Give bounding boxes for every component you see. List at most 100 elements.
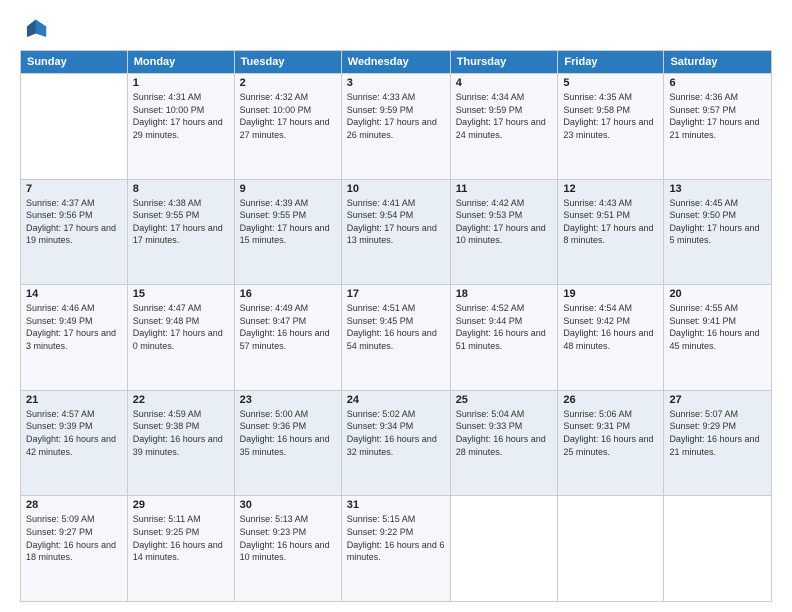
day-info: Sunrise: 4:42 AMSunset: 9:53 PMDaylight:… <box>456 197 553 247</box>
calendar-cell: 14Sunrise: 4:46 AMSunset: 9:49 PMDayligh… <box>21 285 128 391</box>
day-info: Sunrise: 5:06 AMSunset: 9:31 PMDaylight:… <box>563 408 658 458</box>
day-number: 14 <box>26 288 122 300</box>
day-info: Sunrise: 5:07 AMSunset: 9:29 PMDaylight:… <box>669 408 766 458</box>
day-info: Sunrise: 4:49 AMSunset: 9:47 PMDaylight:… <box>240 302 336 352</box>
calendar-cell: 9 Sunrise: 4:39 AMSunset: 9:55 PMDaylight… <box>234 179 341 285</box>
calendar-cell <box>664 496 772 602</box>
day-number: 13 <box>669 183 766 195</box>
calendar-cell: 22 Sunrise: 4:59 AMSunset: 9:38 PMDayligh… <box>127 390 234 496</box>
day-number: 17 <box>347 288 445 300</box>
day-info: Sunrise: 4:33 AMSunset: 9:59 PMDaylight:… <box>347 91 445 141</box>
day-number: 7 <box>26 183 122 195</box>
day-number: 30 <box>240 499 336 511</box>
day-info: Sunrise: 4:54 AMSunset: 9:42 PMDaylight:… <box>563 302 658 352</box>
calendar-cell: 28 Sunrise: 5:09 AMSunset: 9:27 PMDayligh… <box>21 496 128 602</box>
day-info: Sunrise: 5:13 AMSunset: 9:23 PMDaylight:… <box>240 513 336 563</box>
calendar-header-sunday: Sunday <box>21 51 128 74</box>
day-number: 22 <box>133 394 229 406</box>
day-number: 9 <box>240 183 336 195</box>
calendar-cell: 19Sunrise: 4:54 AMSunset: 9:42 PMDayligh… <box>558 285 664 391</box>
calendar-week-4: 21 Sunrise: 4:57 AMSunset: 9:39 PMDayligh… <box>21 390 772 496</box>
calendar-cell: 3 Sunrise: 4:33 AMSunset: 9:59 PMDaylight… <box>341 74 450 180</box>
day-info: Sunrise: 4:35 AMSunset: 9:58 PMDaylight:… <box>563 91 658 141</box>
header <box>20 16 772 44</box>
day-info: Sunrise: 4:52 AMSunset: 9:44 PMDaylight:… <box>456 302 553 352</box>
day-info: Sunrise: 4:32 AMSunset: 10:00 PMDaylight… <box>240 91 336 141</box>
day-number: 23 <box>240 394 336 406</box>
logo-icon <box>20 16 48 44</box>
day-info: Sunrise: 5:09 AMSunset: 9:27 PMDaylight:… <box>26 513 122 563</box>
calendar-header-friday: Friday <box>558 51 664 74</box>
calendar-cell: 1 Sunrise: 4:31 AMSunset: 10:00 PMDayligh… <box>127 74 234 180</box>
day-number: 2 <box>240 77 336 89</box>
calendar-cell: 7 Sunrise: 4:37 AMSunset: 9:56 PMDaylight… <box>21 179 128 285</box>
calendar-header-saturday: Saturday <box>664 51 772 74</box>
calendar-cell: 12Sunrise: 4:43 AMSunset: 9:51 PMDayligh… <box>558 179 664 285</box>
day-info: Sunrise: 4:39 AMSunset: 9:55 PMDaylight:… <box>240 197 336 247</box>
calendar-week-1: 1 Sunrise: 4:31 AMSunset: 10:00 PMDayligh… <box>21 74 772 180</box>
calendar-cell: 21 Sunrise: 4:57 AMSunset: 9:39 PMDayligh… <box>21 390 128 496</box>
day-number: 24 <box>347 394 445 406</box>
calendar-header-row: SundayMondayTuesdayWednesdayThursdayFrid… <box>21 51 772 74</box>
calendar-cell: 6 Sunrise: 4:36 AMSunset: 9:57 PMDaylight… <box>664 74 772 180</box>
day-number: 26 <box>563 394 658 406</box>
calendar-header-wednesday: Wednesday <box>341 51 450 74</box>
day-info: Sunrise: 4:34 AMSunset: 9:59 PMDaylight:… <box>456 91 553 141</box>
day-info: Sunrise: 5:11 AMSunset: 9:25 PMDaylight:… <box>133 513 229 563</box>
day-number: 3 <box>347 77 445 89</box>
day-info: Sunrise: 4:51 AMSunset: 9:45 PMDaylight:… <box>347 302 445 352</box>
calendar-header-monday: Monday <box>127 51 234 74</box>
day-number: 6 <box>669 77 766 89</box>
day-info: Sunrise: 4:47 AMSunset: 9:48 PMDaylight:… <box>133 302 229 352</box>
day-number: 31 <box>347 499 445 511</box>
day-info: Sunrise: 4:59 AMSunset: 9:38 PMDaylight:… <box>133 408 229 458</box>
day-number: 18 <box>456 288 553 300</box>
day-info: Sunrise: 4:45 AMSunset: 9:50 PMDaylight:… <box>669 197 766 247</box>
day-info: Sunrise: 5:00 AMSunset: 9:36 PMDaylight:… <box>240 408 336 458</box>
day-info: Sunrise: 4:38 AMSunset: 9:55 PMDaylight:… <box>133 197 229 247</box>
calendar-cell: 11Sunrise: 4:42 AMSunset: 9:53 PMDayligh… <box>450 179 558 285</box>
calendar-cell: 25Sunrise: 5:04 AMSunset: 9:33 PMDayligh… <box>450 390 558 496</box>
calendar-cell: 31 Sunrise: 5:15 AMSunset: 9:22 PMDayligh… <box>341 496 450 602</box>
calendar-cell: 8Sunrise: 4:38 AMSunset: 9:55 PMDaylight… <box>127 179 234 285</box>
calendar-cell: 24 Sunrise: 5:02 AMSunset: 9:34 PMDayligh… <box>341 390 450 496</box>
calendar-cell: 23 Sunrise: 5:00 AMSunset: 9:36 PMDayligh… <box>234 390 341 496</box>
day-info: Sunrise: 5:15 AMSunset: 9:22 PMDaylight:… <box>347 513 445 563</box>
day-info: Sunrise: 5:02 AMSunset: 9:34 PMDaylight:… <box>347 408 445 458</box>
day-number: 1 <box>133 77 229 89</box>
calendar-cell: 15 Sunrise: 4:47 AMSunset: 9:48 PMDayligh… <box>127 285 234 391</box>
day-number: 15 <box>133 288 229 300</box>
calendar-cell: 29 Sunrise: 5:11 AMSunset: 9:25 PMDayligh… <box>127 496 234 602</box>
calendar-header-thursday: Thursday <box>450 51 558 74</box>
day-info: Sunrise: 4:57 AMSunset: 9:39 PMDaylight:… <box>26 408 122 458</box>
calendar-cell: 20 Sunrise: 4:55 AMSunset: 9:41 PMDayligh… <box>664 285 772 391</box>
calendar-cell: 4 Sunrise: 4:34 AMSunset: 9:59 PMDaylight… <box>450 74 558 180</box>
day-info: Sunrise: 4:36 AMSunset: 9:57 PMDaylight:… <box>669 91 766 141</box>
calendar-cell: 30 Sunrise: 5:13 AMSunset: 9:23 PMDayligh… <box>234 496 341 602</box>
calendar-week-5: 28 Sunrise: 5:09 AMSunset: 9:27 PMDayligh… <box>21 496 772 602</box>
day-number: 16 <box>240 288 336 300</box>
day-number: 29 <box>133 499 229 511</box>
calendar-cell <box>558 496 664 602</box>
calendar-cell <box>21 74 128 180</box>
day-number: 4 <box>456 77 553 89</box>
logo <box>20 16 52 44</box>
day-info: Sunrise: 4:55 AMSunset: 9:41 PMDaylight:… <box>669 302 766 352</box>
day-number: 28 <box>26 499 122 511</box>
day-info: Sunrise: 5:04 AMSunset: 9:33 PMDaylight:… <box>456 408 553 458</box>
day-number: 5 <box>563 77 658 89</box>
calendar-cell: 26 Sunrise: 5:06 AMSunset: 9:31 PMDayligh… <box>558 390 664 496</box>
calendar-cell: 16 Sunrise: 4:49 AMSunset: 9:47 PMDayligh… <box>234 285 341 391</box>
day-info: Sunrise: 4:37 AMSunset: 9:56 PMDaylight:… <box>26 197 122 247</box>
day-number: 27 <box>669 394 766 406</box>
calendar-cell: 17 Sunrise: 4:51 AMSunset: 9:45 PMDayligh… <box>341 285 450 391</box>
calendar-week-3: 14Sunrise: 4:46 AMSunset: 9:49 PMDayligh… <box>21 285 772 391</box>
calendar-cell <box>450 496 558 602</box>
page: SundayMondayTuesdayWednesdayThursdayFrid… <box>0 0 792 612</box>
day-info: Sunrise: 4:31 AMSunset: 10:00 PMDaylight… <box>133 91 229 141</box>
calendar-header-tuesday: Tuesday <box>234 51 341 74</box>
day-number: 21 <box>26 394 122 406</box>
calendar-cell: 5 Sunrise: 4:35 AMSunset: 9:58 PMDaylight… <box>558 74 664 180</box>
day-number: 20 <box>669 288 766 300</box>
calendar-cell: 18 Sunrise: 4:52 AMSunset: 9:44 PMDayligh… <box>450 285 558 391</box>
